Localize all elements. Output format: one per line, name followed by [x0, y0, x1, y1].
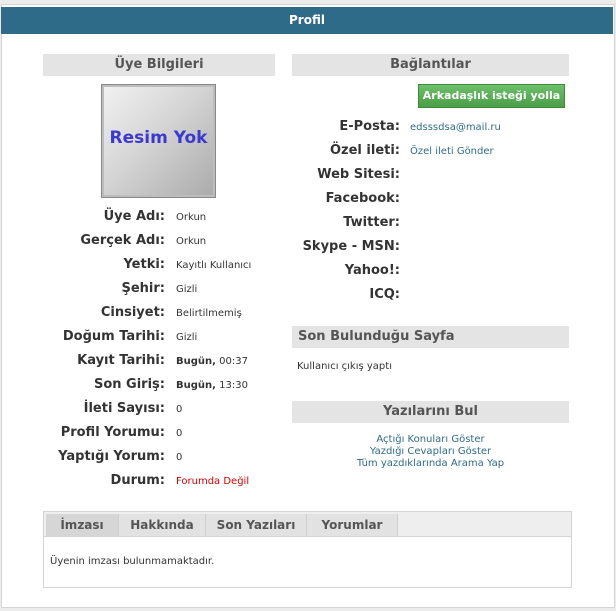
find-replies-link[interactable]: Yazdığı Cevapları Göster	[292, 446, 569, 457]
tab-bar: İmzası Hakkında Son Yazıları Yorumlar	[44, 512, 571, 537]
label-comments-made: Yaptığı Yorum:	[58, 449, 165, 464]
last-page-heading: Son Bulunduğu Sayfa	[292, 326, 569, 348]
label-post-count: İleti Sayısı:	[83, 401, 165, 416]
avatar: Resim Yok	[101, 84, 216, 198]
value-comments-made: 0	[176, 452, 183, 463]
label-skype-msn: Skype - MSN:	[302, 239, 400, 254]
value-status: Forumda Değil	[176, 476, 250, 487]
value-register-date: Bugün, 00:37	[176, 356, 248, 367]
value-city: Gizli	[176, 284, 198, 295]
label-status: Durum:	[110, 473, 165, 488]
label-role: Yetki:	[123, 257, 165, 272]
page-title: Profil	[1, 7, 613, 34]
label-city: Şehir:	[121, 281, 165, 296]
connections-heading: Bağlantılar	[292, 54, 569, 76]
last-page-text: Kullanıcı çıkış yaptı	[297, 361, 392, 372]
tab-about[interactable]: Hakkında	[119, 514, 206, 536]
label-website: Web Sitesi:	[317, 167, 400, 182]
friend-request-button[interactable]: Arkadaşlık isteği yolla	[418, 84, 565, 108]
tab-recent-posts[interactable]: Son Yazıları	[206, 514, 307, 536]
label-birthdate: Doğum Tarihi:	[62, 329, 165, 344]
label-realname: Gerçek Adı:	[80, 233, 165, 248]
email-link[interactable]: edsssdsa@mail.ru	[410, 122, 501, 133]
label-private-message: Özel ileti:	[329, 143, 400, 158]
label-facebook: Facebook:	[325, 191, 400, 206]
private-message-link[interactable]: Özel ileti Gönder	[410, 146, 494, 157]
label-yahoo: Yahoo!:	[344, 263, 400, 278]
value-profile-comments: 0	[176, 428, 183, 439]
label-gender: Cinsiyet:	[100, 305, 165, 320]
tab-comments[interactable]: Yorumlar	[307, 514, 398, 536]
label-profile-comments: Profil Yorumu:	[60, 425, 165, 440]
label-icq: ICQ:	[369, 287, 400, 302]
label-twitter: Twitter:	[343, 215, 400, 230]
value-post-count: 0	[176, 404, 183, 415]
search-all-link[interactable]: Tüm yazdıklarında Arama Yap	[292, 458, 569, 469]
profile-tabs: İmzası Hakkında Son Yazıları Yorumlar Üy…	[43, 511, 572, 588]
avatar-placeholder-text: Resim Yok	[109, 128, 208, 148]
member-info-heading: Üye Bilgileri	[43, 54, 275, 76]
tab-signature[interactable]: İmzası	[46, 514, 119, 536]
label-register-date: Kayıt Tarihi:	[77, 353, 165, 368]
label-email: E-Posta:	[339, 119, 400, 134]
value-birthdate: Gizli	[176, 332, 198, 343]
value-realname: Orkun	[176, 236, 207, 247]
value-last-login: Bugün, 13:30	[176, 380, 248, 391]
label-last-login: Son Giriş:	[93, 377, 165, 392]
find-posts-heading: Yazılarını Bul	[292, 401, 569, 423]
signature-content: Üyenin imzası bulunmamaktadır.	[50, 556, 215, 567]
value-gender: Belirtilmemiş	[176, 308, 242, 319]
value-username: Orkun	[176, 212, 207, 223]
label-username: Üye Adı:	[103, 209, 165, 224]
value-role: Kayıtlı Kullanıcı	[176, 260, 252, 271]
find-topics-link[interactable]: Açtığı Konuları Göster	[292, 434, 569, 445]
